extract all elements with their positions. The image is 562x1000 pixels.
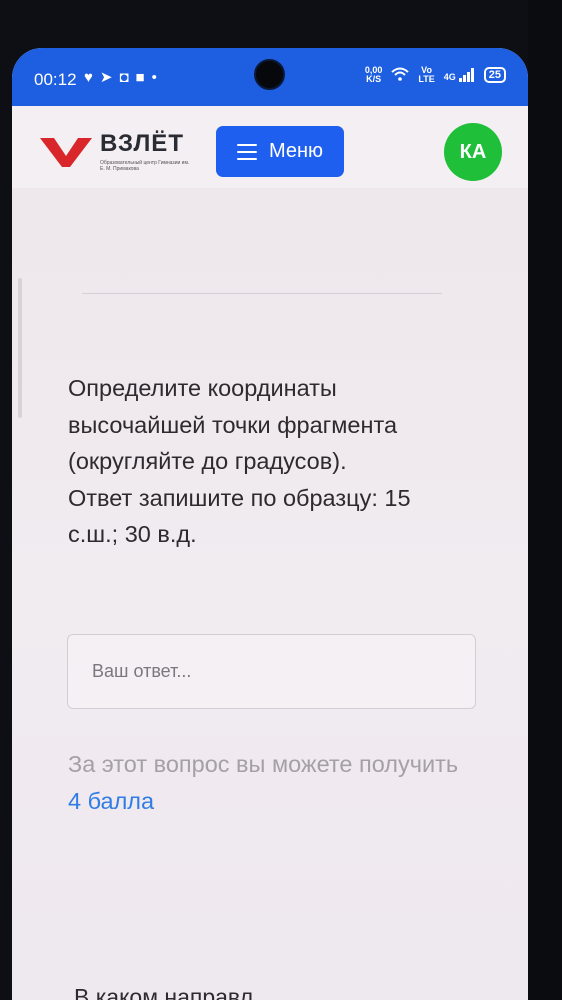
points-value: 4 балла: [68, 788, 155, 814]
points-info: За этот вопрос вы можете получить 4 балл…: [68, 751, 459, 814]
status-bar: 00:12 ♥ ➤ ◘ ■ • 0,00 K/S Vo LTE 4G 25: [12, 48, 528, 106]
phone-screen: 00:12 ♥ ➤ ◘ ■ • 0,00 K/S Vo LTE 4G 25 ВЗ…: [12, 48, 528, 1000]
status-right-icons: 0,00 K/S Vo LTE 4G 25: [365, 66, 506, 84]
notification-icons: ♥ ➤ ◘ ■ •: [84, 68, 157, 87]
app-icon: ◘: [119, 68, 129, 86]
volte-indicator: Vo LTE: [418, 65, 435, 84]
front-camera: [254, 59, 285, 90]
logo-mark-icon: [40, 138, 92, 167]
question-area: Определите координаты высочайшей точки ф…: [12, 188, 528, 1000]
status-time: 00:12: [34, 70, 77, 89]
logo-text: ВЗЛЁТ Образовательный центр Гимназии им.…: [100, 130, 190, 172]
phone-bezel: [528, 0, 562, 1000]
battery-indicator: 25: [483, 67, 506, 83]
menu-button[interactable]: Меню: [216, 126, 344, 177]
menu-label: Меню: [268, 140, 324, 162]
wifi-icon: [391, 67, 410, 84]
telegram-icon: ➤: [99, 69, 113, 86]
next-question-text: В каком направл: [74, 984, 254, 1000]
scroll-edge: [18, 278, 22, 418]
logo-subtitle: Образовательный центр Гимназии им. Е. М.…: [100, 160, 190, 172]
hamburger-icon: [236, 143, 257, 160]
logo-title: ВЗЛЁТ: [100, 130, 185, 157]
divider: [82, 293, 442, 294]
avatar[interactable]: КА: [444, 123, 502, 181]
question-text: Определите координаты высочайшей точки ф…: [68, 375, 411, 547]
heart-icon: ♥: [84, 68, 93, 86]
signal-icon: 4G: [444, 68, 475, 82]
logo[interactable]: ВЗЛЁТ Образовательный центр Гимназии им.…: [40, 130, 190, 172]
network-speed: 0,00 K/S: [364, 65, 383, 84]
square-icon: ■: [135, 68, 145, 86]
dot-icon: •: [151, 68, 157, 86]
answer-input[interactable]: [67, 634, 476, 709]
